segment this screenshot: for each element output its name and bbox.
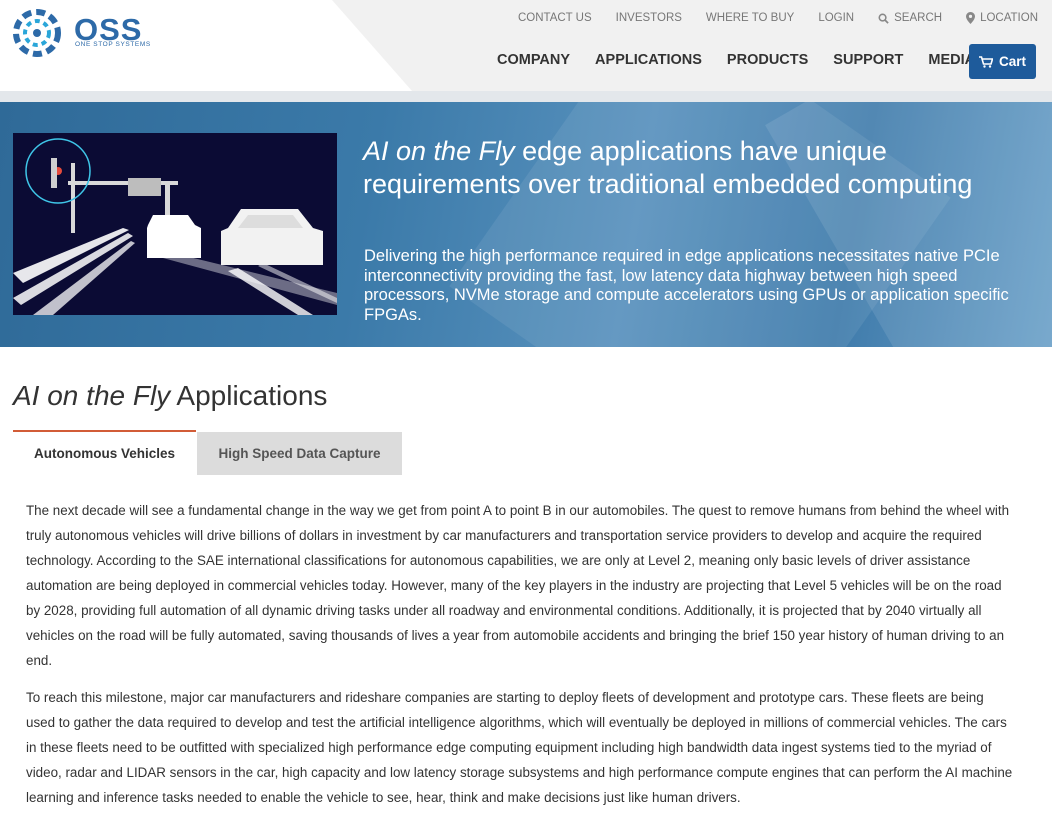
content-paragraph: The next decade will see a fundamental c… [26,503,1010,668]
nav-contact-us[interactable]: CONTACT US [518,12,592,24]
utility-nav: CONTACT US INVESTORS WHERE TO BUY LOGIN … [518,12,1038,24]
content-paragraph: To reach this milestone, major car manuf… [26,690,1013,805]
nav-company[interactable]: COMPANY [497,52,570,68]
nav-login[interactable]: LOGIN [818,12,854,24]
nav-support[interactable]: SUPPORT [833,52,903,68]
header-divider [0,91,1052,102]
nav-location[interactable]: LOCATION [966,12,1038,24]
nav-where-to-buy[interactable]: WHERE TO BUY [706,12,794,24]
nav-applications[interactable]: APPLICATIONS [595,52,702,68]
site-header: OSS ONE STOP SYSTEMS CONTACT US INVESTOR… [0,0,1052,91]
search-icon [878,13,889,24]
page-title: AI on the Fly Applications [13,380,327,412]
nav-products[interactable]: PRODUCTS [727,52,808,68]
lidar-scene-illustration [13,133,337,315]
nav-location-label: LOCATION [980,12,1038,24]
logo-tagline: ONE STOP SYSTEMS [75,41,151,48]
hero-banner: AI on the Fly edge applications have uni… [0,102,1052,347]
hero-title: AI on the Fly edge applications have uni… [363,135,1023,201]
cart-icon [978,55,993,68]
hero-description: Delivering the high performance required… [364,247,1009,324]
hero-title-emphasis: AI on the Fly [363,136,515,166]
cart-button[interactable]: Cart [969,44,1036,79]
main-nav: COMPANY APPLICATIONS PRODUCTS SUPPORT ME… [497,52,975,68]
nav-investors[interactable]: INVESTORS [616,12,682,24]
tab-autonomous-vehicles[interactable]: Autonomous Vehicles [13,430,196,475]
logo-mark-icon [13,9,61,57]
page-title-emphasis: AI on the Fly [13,380,171,411]
tab-content: The next decade will see a fundamental c… [26,498,1016,822]
oss-logo[interactable]: OSS ONE STOP SYSTEMS [12,8,162,58]
page-title-rest: Applications [170,380,328,411]
nav-search[interactable]: SEARCH [878,12,942,24]
autonomous-vehicle-image [13,133,337,315]
tab-high-speed-data-capture[interactable]: High Speed Data Capture [197,432,402,475]
map-pin-icon [966,12,976,24]
cart-label: Cart [998,54,1026,69]
nav-search-label: SEARCH [894,12,943,24]
